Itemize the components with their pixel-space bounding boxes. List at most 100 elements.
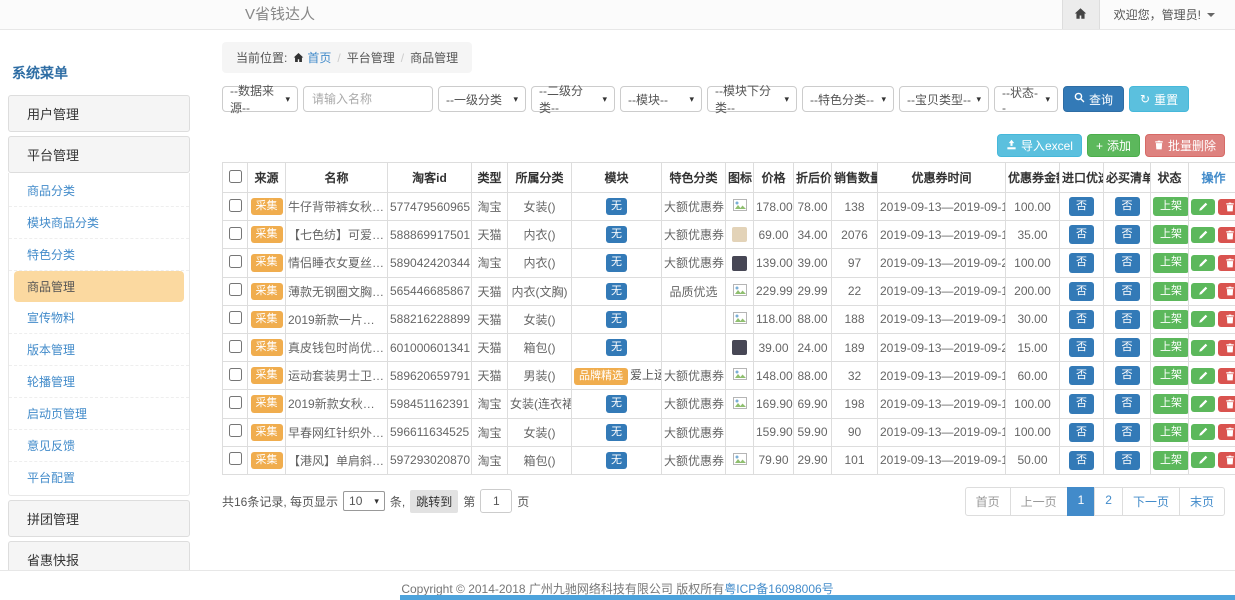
import-choice-button[interactable]: 否 [1069,338,1094,357]
sidebar-item-user-management[interactable]: 用户管理 [8,95,190,132]
status-button[interactable]: 上架 [1153,394,1189,413]
row-checkbox[interactable] [229,452,242,465]
filter-select-feature-category[interactable]: --特色分类--▾ [802,86,894,112]
search-button[interactable]: 查询 [1063,86,1124,112]
icp-link[interactable]: 粤ICP备16098006号 [724,582,833,596]
import-choice-button[interactable]: 否 [1069,197,1094,216]
status-button[interactable]: 上架 [1153,338,1189,357]
status-button[interactable]: 上架 [1153,310,1189,329]
sidebar-item-group-buy-management[interactable]: 拼团管理 [8,500,190,537]
reset-button[interactable]: ↻重置 [1129,86,1189,112]
filter-select-module-sub-category[interactable]: --模块下分类--▾ [707,86,797,112]
edit-button[interactable] [1191,452,1215,468]
status-button[interactable]: 上架 [1153,253,1189,272]
status-button[interactable]: 上架 [1153,366,1189,385]
must-buy-button[interactable]: 否 [1115,253,1140,272]
import-choice-button[interactable]: 否 [1069,310,1094,329]
add-button[interactable]: +添加 [1087,134,1140,157]
delete-button[interactable] [1218,396,1235,412]
delete-button[interactable] [1218,368,1235,384]
filter-select-status[interactable]: --状态--▾ [994,86,1058,112]
must-buy-button[interactable]: 否 [1115,197,1140,216]
row-checkbox[interactable] [229,255,242,268]
row-checkbox[interactable] [229,368,242,381]
sidebar-item-express-news[interactable]: 省惠快报 [8,541,190,570]
sidebar-item-feature-category[interactable]: 特色分类 [9,239,189,271]
breadcrumb-home-link[interactable]: 首页 [307,51,331,65]
edit-button[interactable] [1191,368,1215,384]
filter-select-item-type[interactable]: --宝贝类型--▾ [899,86,989,112]
import-choice-button[interactable]: 否 [1069,253,1094,272]
filter-select-data-source[interactable]: --数据来源--▾ [222,86,298,112]
sidebar-item-module-product-category[interactable]: 模块商品分类 [9,207,189,239]
edit-button[interactable] [1191,340,1215,356]
batch-delete-button[interactable]: 批量删除 [1145,134,1225,157]
status-button[interactable]: 上架 [1153,225,1189,244]
status-button[interactable]: 上架 [1153,423,1189,442]
must-buy-button[interactable]: 否 [1115,394,1140,413]
import-choice-button[interactable]: 否 [1069,282,1094,301]
delete-button[interactable] [1218,424,1235,440]
jump-page-input[interactable] [480,489,512,513]
sidebar-item-product-management[interactable]: 商品管理 [14,271,184,302]
import-choice-button[interactable]: 否 [1069,451,1094,470]
sidebar-item-promo-material[interactable]: 宣传物料 [9,302,189,334]
row-checkbox[interactable] [229,311,242,324]
delete-button[interactable] [1218,311,1235,327]
edit-button[interactable] [1191,396,1215,412]
status-button[interactable]: 上架 [1153,282,1189,301]
row-checkbox[interactable] [229,227,242,240]
row-checkbox[interactable] [229,199,242,212]
delete-button[interactable] [1218,452,1235,468]
page-button-page-2[interactable]: 2 [1094,487,1123,516]
edit-button[interactable] [1191,255,1215,271]
sidebar-item-feedback[interactable]: 意见反馈 [9,430,189,462]
edit-button[interactable] [1191,227,1215,243]
must-buy-button[interactable]: 否 [1115,282,1140,301]
status-button[interactable]: 上架 [1153,197,1189,216]
delete-button[interactable] [1218,199,1235,215]
filter-select-level2-category[interactable]: --二级分类--▾ [531,86,615,112]
must-buy-button[interactable]: 否 [1115,423,1140,442]
row-checkbox[interactable] [229,340,242,353]
delete-button[interactable] [1218,340,1235,356]
delete-button[interactable] [1218,283,1235,299]
delete-button[interactable] [1218,255,1235,271]
delete-button[interactable] [1218,227,1235,243]
per-page-select[interactable]: 10▾ [343,491,385,511]
home-button[interactable] [1062,0,1100,29]
page-button-page-1[interactable]: 1 [1067,487,1096,516]
filter-select-level1-category[interactable]: --一级分类▾ [438,86,526,112]
page-button-first-page[interactable]: 首页 [965,487,1011,516]
jump-button[interactable]: 跳转到 [410,490,458,513]
import-choice-button[interactable]: 否 [1069,423,1094,442]
must-buy-button[interactable]: 否 [1115,451,1140,470]
must-buy-button[interactable]: 否 [1115,310,1140,329]
page-button-next-page[interactable]: 下一页 [1122,487,1180,516]
edit-button[interactable] [1191,283,1215,299]
sidebar-item-carousel-management[interactable]: 轮播管理 [9,366,189,398]
user-menu[interactable]: 欢迎您，管理员! [1100,0,1235,29]
select-all-checkbox[interactable] [229,170,242,183]
sidebar-item-platform-management[interactable]: 平台管理 [8,136,190,173]
page-button-prev-page[interactable]: 上一页 [1010,487,1068,516]
row-checkbox[interactable] [229,396,242,409]
import-choice-button[interactable]: 否 [1069,394,1094,413]
filter-select-module[interactable]: --模块--▾ [620,86,702,112]
must-buy-button[interactable]: 否 [1115,225,1140,244]
status-button[interactable]: 上架 [1153,451,1189,470]
must-buy-button[interactable]: 否 [1115,338,1140,357]
sidebar-item-product-category[interactable]: 商品分类 [9,175,189,207]
edit-button[interactable] [1191,311,1215,327]
name-search-input[interactable] [303,86,433,112]
page-button-last-page[interactable]: 末页 [1179,487,1225,516]
row-checkbox[interactable] [229,424,242,437]
must-buy-button[interactable]: 否 [1115,366,1140,385]
import-excel-button[interactable]: 导入excel [997,134,1082,157]
import-choice-button[interactable]: 否 [1069,225,1094,244]
import-choice-button[interactable]: 否 [1069,366,1094,385]
sidebar-item-splash-page-management[interactable]: 启动页管理 [9,398,189,430]
edit-button[interactable] [1191,424,1215,440]
sidebar-item-version-management[interactable]: 版本管理 [9,334,189,366]
row-checkbox[interactable] [229,283,242,296]
